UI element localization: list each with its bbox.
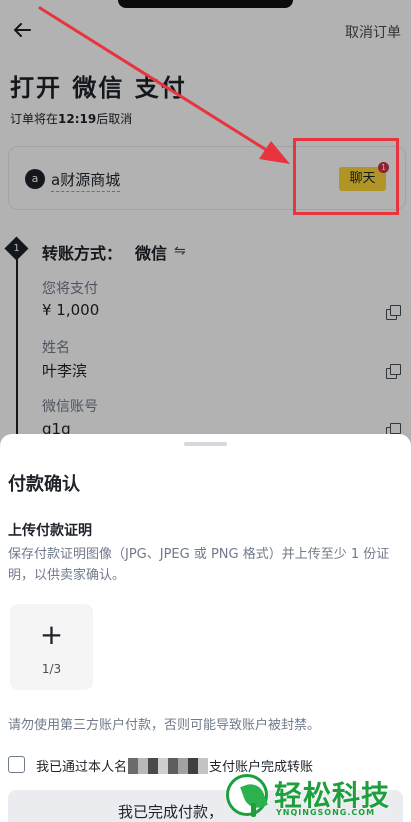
redacted-name-mosaic [128,758,209,774]
upload-counter: 1/3 [41,662,62,676]
third-party-warning: 请勿使用第三方账户付款，否则可能导致账户被封禁。 [8,718,321,733]
watermark-url: YNQINGSONG.COM [276,808,376,817]
agree-prefix: 我已通过本人名 [36,760,128,775]
payment-confirm-sheet: 付款确认 上传付款证明 保存付款证明图像（JPG、JPEG 或 PNG 格式）并… [0,434,411,822]
sheet-drag-handle[interactable] [184,442,227,446]
sheet-title: 付款确认 [8,474,80,495]
plus-icon: + [39,618,64,651]
upload-description: 保存付款证明图像（JPG、JPEG 或 PNG 格式）并上传至少 1 份证明，以… [8,547,390,583]
annotation-highlight-box [293,138,399,215]
watermark: 轻松科技 YNQINGSONG.COM [222,770,408,822]
checkbox-icon[interactable] [8,756,25,773]
upload-section-title: 上传付款证明 [8,523,92,539]
leaf-logo-icon [226,774,268,817]
upload-proof-button[interactable]: + 1/3 [10,604,93,690]
